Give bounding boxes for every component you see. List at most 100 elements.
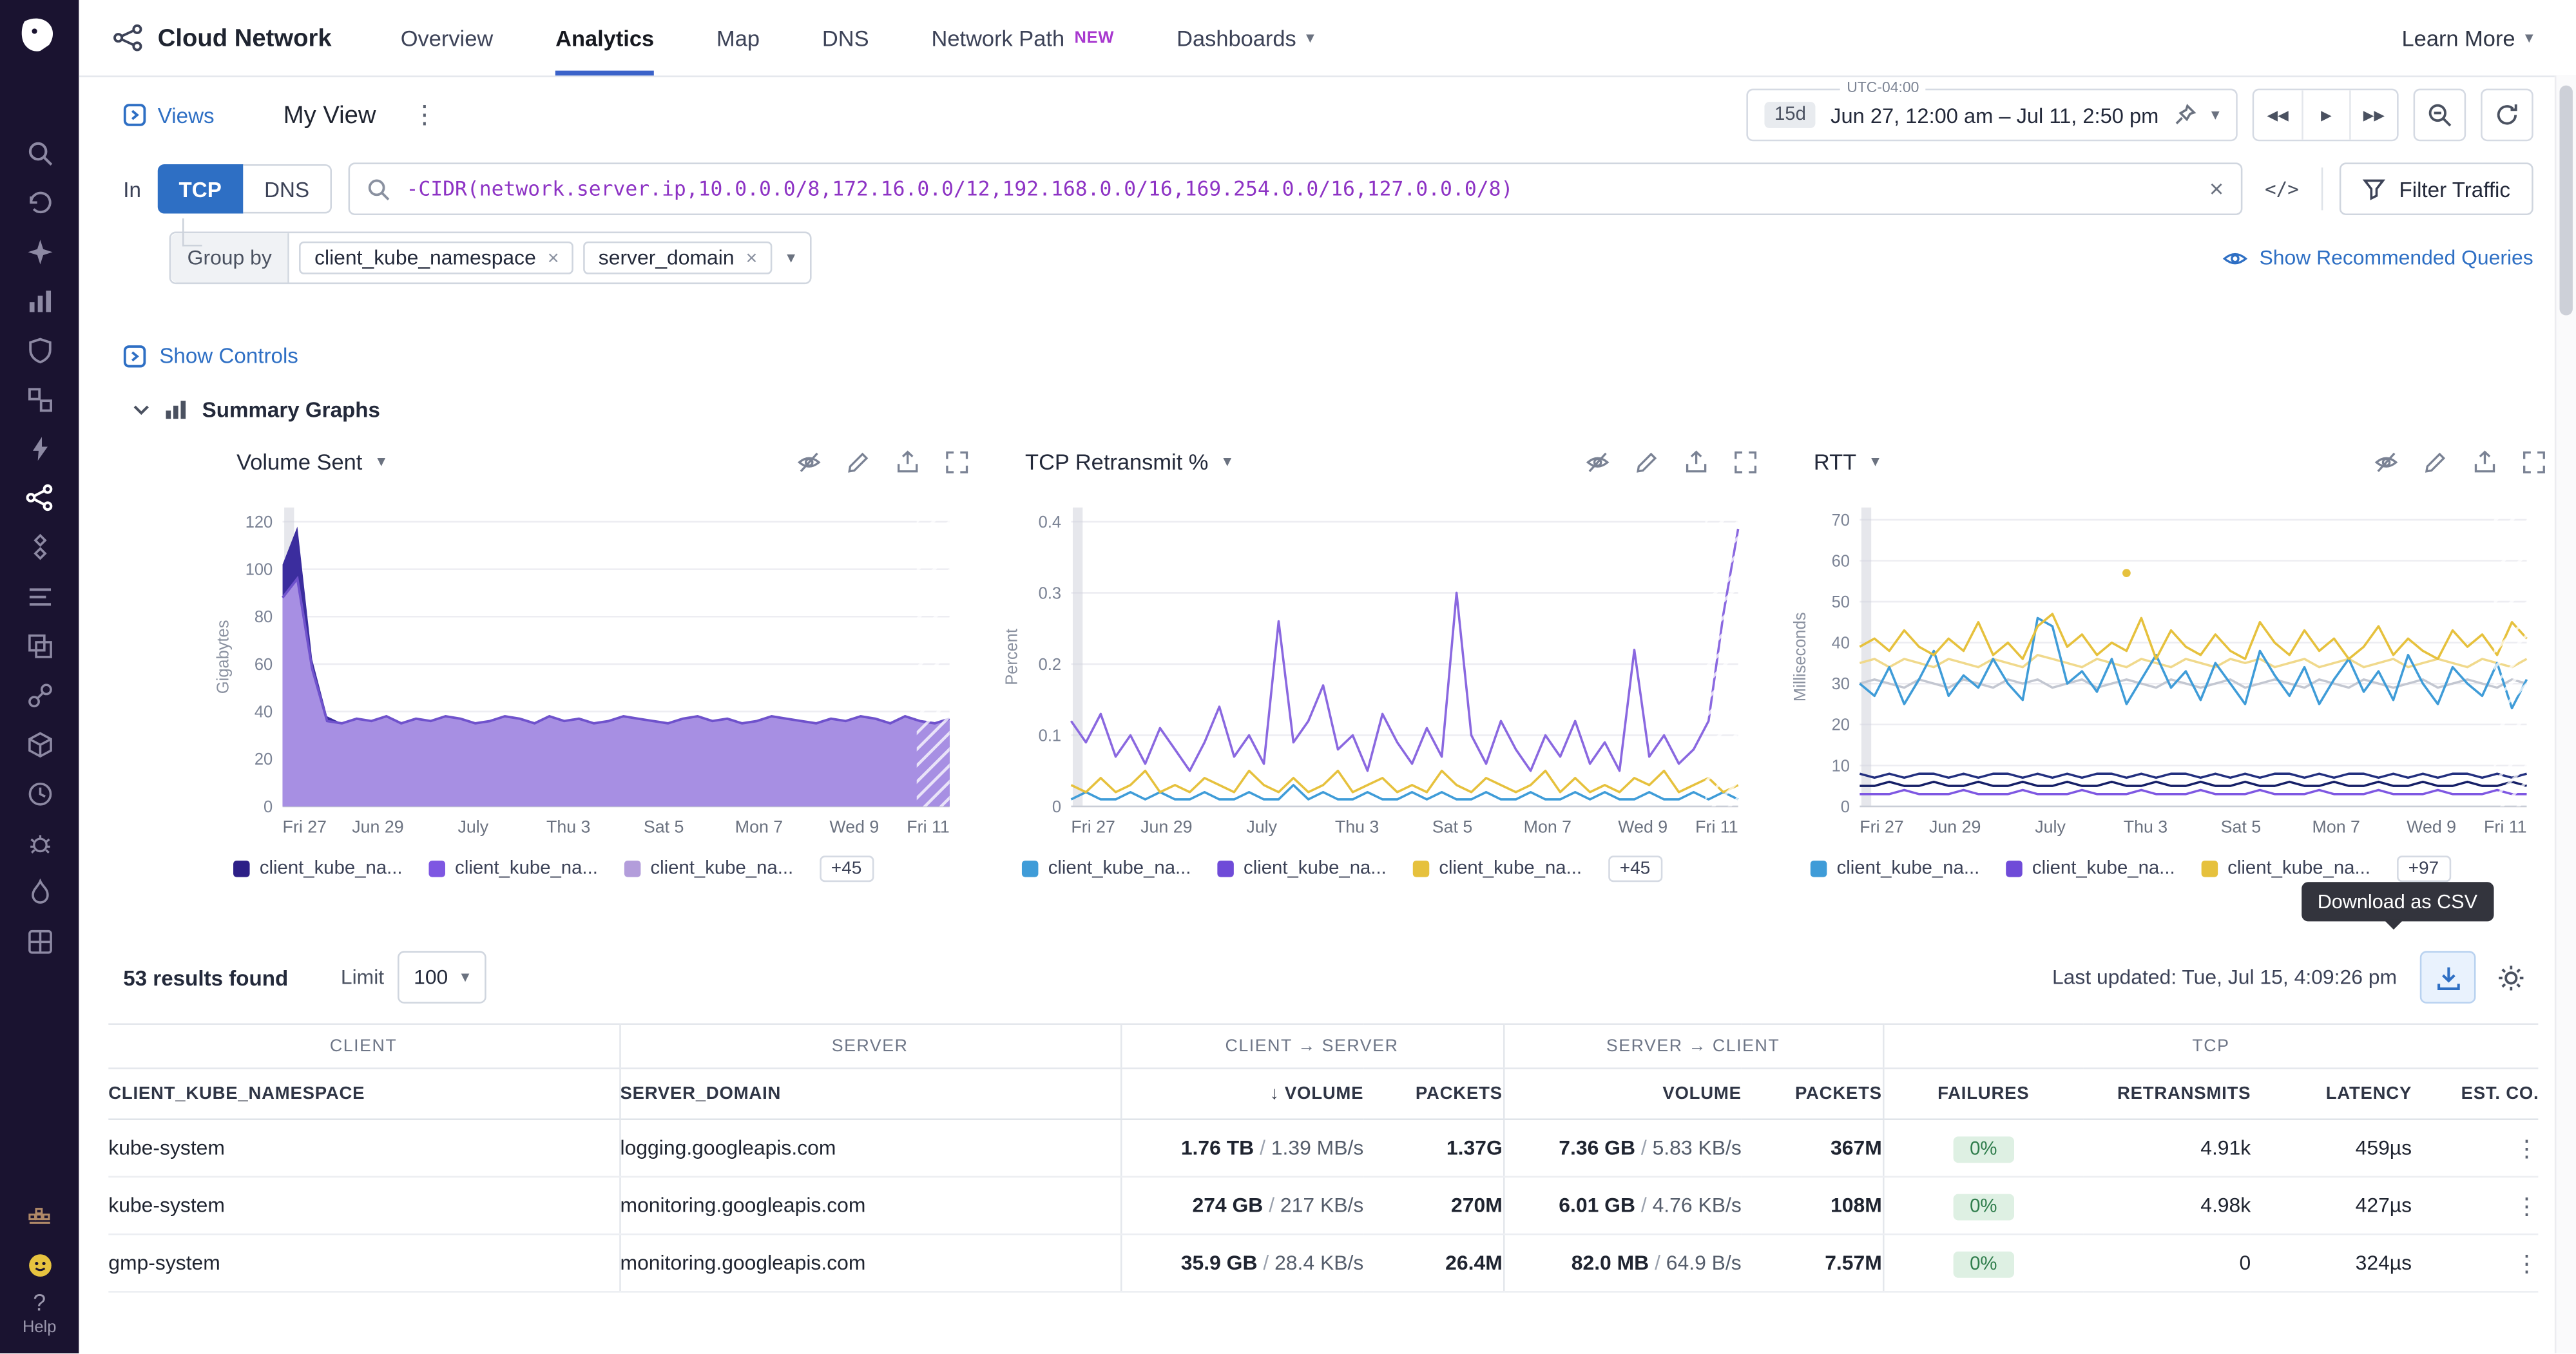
legend-item[interactable]: client_kube_na...: [1811, 859, 1980, 879]
chevron-down-icon[interactable]: ▾: [772, 249, 810, 267]
download-csv-button[interactable]: [2420, 951, 2476, 1004]
fullscreen-chart-icon[interactable]: [2522, 449, 2546, 473]
col-failures[interactable]: FAILURES: [1883, 1069, 2083, 1120]
vertical-scrollbar[interactable]: [2555, 75, 2576, 1353]
query-input[interactable]: -CIDR(network.server.ip,10.0.0.0/8,172.1…: [349, 162, 2242, 215]
limit-select[interactable]: 100 ▾: [398, 951, 486, 1004]
group-by-chip[interactable]: server_domain×: [584, 242, 772, 274]
legend-more-badge[interactable]: +45: [820, 855, 873, 882]
col-retransmits[interactable]: RETRANSMITS: [2083, 1069, 2251, 1120]
tab-network-path[interactable]: Network PathNEW: [932, 0, 1115, 75]
col-server-domain[interactable]: SERVER_DOMAIN: [619, 1069, 1120, 1120]
containers-icon[interactable]: [12, 1191, 68, 1240]
col-latency[interactable]: LATENCY: [2251, 1069, 2412, 1120]
edit-chart-icon[interactable]: [2423, 449, 2448, 473]
legend-item[interactable]: client_kube_na...: [233, 859, 403, 879]
infrastructure-icon[interactable]: [12, 374, 68, 423]
bits-icon[interactable]: [12, 1240, 68, 1289]
hide-chart-icon[interactable]: [1586, 449, 1610, 473]
legend-more-badge[interactable]: +97: [2397, 855, 2450, 882]
show-recommended-queries-link[interactable]: Show Recommended Queries: [2223, 246, 2533, 269]
col-cs-volume[interactable]: ↓ VOLUME: [1120, 1069, 1363, 1120]
refresh-button[interactable]: [2481, 89, 2533, 142]
dashboards-icon[interactable]: [12, 917, 68, 966]
chart-metric-dropdown[interactable]: RTT▾: [1814, 449, 1879, 473]
legend-item[interactable]: client_kube_na...: [2006, 859, 2175, 879]
table-row[interactable]: gmp-system monitoring.googleapis.com 35.…: [108, 1234, 2538, 1292]
export-chart-icon[interactable]: [896, 449, 920, 473]
fullscreen-chart-icon[interactable]: [1733, 449, 1758, 473]
events-icon[interactable]: [12, 424, 68, 473]
integrations-icon[interactable]: [12, 670, 68, 719]
datadog-logo-icon[interactable]: [15, 13, 64, 62]
search-icon[interactable]: [12, 128, 68, 177]
watchdog-icon[interactable]: [12, 177, 68, 226]
chart-canvas[interactable]: 00.10.20.30.4PercentFri 27Jun 29JulyThu …: [999, 494, 1774, 846]
software-catalog-icon[interactable]: [12, 720, 68, 768]
clear-query-icon[interactable]: ×: [2209, 175, 2224, 203]
protocol-dns-button[interactable]: DNS: [243, 164, 332, 213]
bits-ai-icon[interactable]: [12, 227, 68, 276]
legend-item[interactable]: client_kube_na...: [428, 859, 598, 879]
scrollbar-thumb[interactable]: [2560, 86, 2573, 316]
hide-chart-icon[interactable]: [797, 449, 822, 473]
chart-canvas[interactable]: 020406080100120GigabytesFri 27Jun 29July…: [210, 494, 985, 846]
time-range-picker[interactable]: UTC-04:00 15d Jun 27, 12:00 am – Jul 11,…: [1747, 89, 2238, 142]
export-chart-icon[interactable]: [2472, 449, 2497, 473]
group-by-chip[interactable]: client_kube_namespace×: [300, 242, 573, 274]
col-sc-volume[interactable]: VOLUME: [1503, 1069, 1742, 1120]
legend-item[interactable]: client_kube_na...: [624, 859, 794, 879]
table-row[interactable]: kube-system monitoring.googleapis.com 27…: [108, 1177, 2538, 1234]
remove-icon[interactable]: ×: [548, 246, 559, 269]
chart-canvas[interactable]: 010203040506070MillisecondsFri 27Jun 29J…: [1787, 494, 2562, 846]
security-icon[interactable]: [12, 325, 68, 374]
show-controls-link[interactable]: Show Controls: [123, 343, 2576, 368]
col-client-kube-namespace[interactable]: CLIENT_KUBE_NAMESPACE: [108, 1069, 619, 1120]
view-options-kebab[interactable]: ⋮: [412, 100, 439, 130]
code-view-toggle[interactable]: </>: [2258, 177, 2305, 200]
edit-chart-icon[interactable]: [1635, 449, 1659, 473]
fullscreen-chart-icon[interactable]: [945, 449, 969, 473]
protocol-tcp-button[interactable]: TCP: [157, 164, 243, 213]
jump-forward-button[interactable]: ▶▶: [2349, 90, 2397, 139]
pin-icon[interactable]: [2173, 104, 2196, 127]
rum-icon[interactable]: [12, 621, 68, 670]
monitors-icon[interactable]: [12, 768, 68, 817]
table-row[interactable]: kube-system logging.googleapis.com 1.76 …: [108, 1120, 2538, 1177]
row-actions-kebab[interactable]: ⋮: [2515, 1134, 2539, 1161]
edit-chart-icon[interactable]: [846, 449, 870, 473]
hide-chart-icon[interactable]: [2374, 449, 2398, 473]
legend-item[interactable]: client_kube_na...: [2201, 859, 2370, 879]
tab-dns[interactable]: DNS: [822, 0, 869, 75]
help-button[interactable]: ? Help: [23, 1290, 56, 1337]
tab-analytics[interactable]: Analytics: [555, 0, 654, 75]
col-est-cost[interactable]: EST. CO...: [2412, 1069, 2538, 1120]
remove-icon[interactable]: ×: [745, 246, 757, 269]
legend-item[interactable]: client_kube_na...: [1217, 859, 1387, 879]
logs-icon[interactable]: [12, 571, 68, 620]
views-button[interactable]: Views: [123, 102, 214, 127]
metrics-icon[interactable]: [12, 276, 68, 325]
legend-item[interactable]: client_kube_na...: [1413, 859, 1582, 879]
tab-overview[interactable]: Overview: [401, 0, 493, 75]
learn-more-menu[interactable]: Learn More ▾: [2402, 26, 2533, 50]
summary-graphs-toggle[interactable]: Summary Graphs: [133, 397, 2576, 422]
network-icon[interactable]: [12, 473, 68, 522]
error-tracking-icon[interactable]: [12, 818, 68, 867]
col-sc-packets[interactable]: PACKETS: [1742, 1069, 1883, 1120]
row-actions-kebab[interactable]: ⋮: [2515, 1192, 2539, 1218]
row-actions-kebab[interactable]: ⋮: [2515, 1249, 2539, 1275]
profiling-icon[interactable]: [12, 867, 68, 916]
apm-icon[interactable]: [12, 522, 68, 571]
table-settings-button[interactable]: [2484, 953, 2537, 1002]
col-cs-packets[interactable]: PACKETS: [1363, 1069, 1503, 1120]
chart-metric-dropdown[interactable]: Volume Sent▾: [236, 449, 385, 473]
chart-metric-dropdown[interactable]: TCP Retransmit %▾: [1025, 449, 1231, 473]
export-chart-icon[interactable]: [1684, 449, 1708, 473]
legend-item[interactable]: client_kube_na...: [1022, 859, 1191, 879]
play-button[interactable]: ▶: [2302, 90, 2349, 139]
jump-backward-button[interactable]: ◀◀: [2254, 90, 2302, 139]
legend-more-badge[interactable]: +45: [1608, 855, 1662, 882]
tab-dashboards[interactable]: Dashboards▾: [1177, 0, 1314, 75]
filter-traffic-button[interactable]: Filter Traffic: [2340, 162, 2533, 215]
